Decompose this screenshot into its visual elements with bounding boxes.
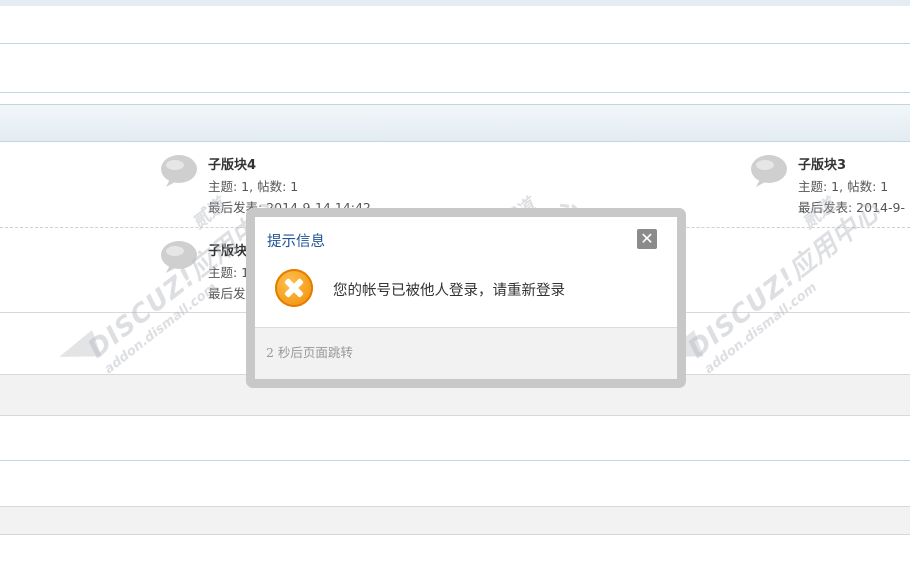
notice-dialog-body: 提示信息 ✕ 您的帐号已被他人登录，请重新登录 2 秒后页面跳转	[255, 217, 677, 379]
top-strip	[0, 0, 910, 6]
watermark: DISCUZ!应用中心 addon.dismall.com	[679, 191, 897, 377]
dialog-message: 您的帐号已被他人登录，请重新登录	[333, 283, 565, 299]
watermark-arrow-icon	[54, 330, 102, 370]
divider	[0, 92, 910, 93]
error-x-icon	[275, 269, 313, 307]
dialog-title: 提示信息	[267, 234, 325, 250]
notice-dialog: 提示信息 ✕ 您的帐号已被他人登录，请重新登录 2 秒后页面跳转	[246, 208, 686, 388]
forum-bubble-icon	[161, 241, 197, 273]
close-button[interactable]: ✕	[637, 229, 657, 249]
forum-bubble-icon	[161, 155, 197, 187]
divider	[0, 460, 910, 461]
dialog-footer: 2 秒后页面跳转	[255, 327, 677, 379]
subforum-name[interactable]: 子版块3	[798, 154, 846, 173]
subforum-last-post[interactable]: 最后发表: 2014-9-	[798, 197, 905, 216]
divider	[0, 43, 910, 44]
subforum-name[interactable]: 子版块4	[208, 154, 256, 173]
forum-section-header	[0, 104, 910, 142]
section-header	[0, 506, 910, 535]
subforum-stats: 主题: 1, 帖数: 1	[798, 179, 889, 194]
redirect-countdown: 2 秒后页面跳转	[266, 345, 353, 360]
watermark-brand: DISCUZ!应用中心	[682, 195, 888, 365]
subforum-stats: 主题: 1, 帖数: 1	[208, 179, 299, 194]
watermark-domain: addon.dismall.com	[701, 280, 821, 378]
forum-bubble-icon	[751, 155, 787, 187]
